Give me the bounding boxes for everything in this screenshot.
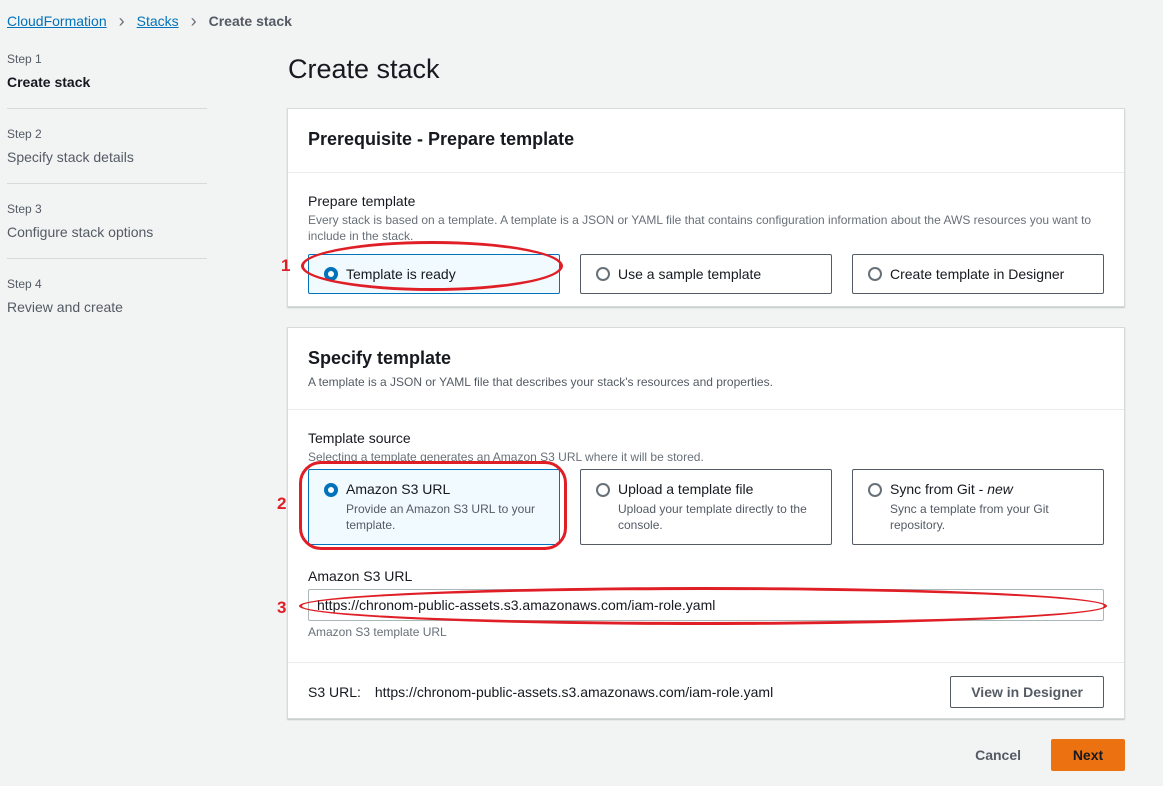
breadcrumb-cloudformation-link[interactable]: CloudFormation: [7, 13, 107, 29]
prerequisite-title: Prerequisite - Prepare template: [308, 129, 575, 149]
breadcrumb-current: Create stack: [208, 13, 292, 29]
radio-icon[interactable]: [868, 267, 882, 281]
tile-desc: Sync a template from your Git repository…: [890, 502, 1049, 532]
tile-label: Template is ready: [346, 266, 456, 282]
tile-desc: Upload your template directly to the con…: [618, 502, 807, 532]
sync-from-git-tile[interactable]: Sync from Git - new Sync a template from…: [852, 469, 1104, 545]
template-source-desc: Selecting a template generates an Amazon…: [308, 450, 704, 464]
template-source-field: Template source Selecting a template gen…: [288, 410, 1124, 662]
view-in-designer-button[interactable]: View in Designer: [950, 675, 1104, 708]
new-badge: new: [987, 481, 1013, 497]
wizard-actions: Cancel Next: [963, 739, 1125, 771]
template-source-options: Amazon S3 URL Provide an Amazon S3 URL t…: [308, 469, 1104, 545]
prepare-template-label: Prepare template: [308, 193, 416, 209]
tile-desc: Provide an Amazon S3 URL to your templat…: [346, 502, 535, 532]
step-label: Configure stack options: [7, 224, 154, 240]
prepare-template-options: Template is ready Use a sample template …: [308, 254, 1104, 294]
next-button[interactable]: Next: [1051, 739, 1125, 771]
radio-selected-icon[interactable]: [324, 267, 338, 281]
specify-template-desc: A template is a JSON or YAML file that d…: [308, 375, 773, 389]
prerequisite-panel: Prerequisite - Prepare template Prepare …: [287, 108, 1125, 307]
tile-content: Sync from Git - new Sync a template from…: [890, 481, 1088, 533]
tile-label: Amazon S3 URL: [346, 481, 451, 497]
prepare-template-field: Prepare template Every stack is based on…: [288, 173, 1124, 294]
breadcrumb-stacks-link[interactable]: Stacks: [137, 13, 179, 29]
specify-template-panel: Specify template A template is a JSON or…: [287, 327, 1125, 719]
tile-label: Sync from Git - new: [890, 481, 1088, 497]
tile-content: Upload a template file Upload your templ…: [618, 481, 816, 533]
step-3: Step 3 Configure stack options: [7, 202, 207, 259]
s3-url-label: Amazon S3 URL: [308, 568, 413, 584]
step-1: Step 1 Create stack: [7, 52, 207, 109]
s3-url-constraint: Amazon S3 template URL: [308, 625, 447, 639]
s3-url-footer: S3 URL: https://chronom-public-assets.s3…: [288, 662, 1124, 720]
template-source-label: Template source: [308, 430, 411, 446]
step-number: Step 3: [7, 202, 42, 216]
breadcrumb: CloudFormation › Stacks › Create stack: [7, 12, 292, 30]
step-label: Create stack: [7, 74, 91, 90]
s3-url-input[interactable]: [308, 589, 1104, 621]
step-label: Review and create: [7, 299, 123, 315]
cancel-button[interactable]: Cancel: [963, 739, 1033, 771]
specify-template-title: Specify template: [308, 348, 452, 368]
s3-url-tile[interactable]: Amazon S3 URL Provide an Amazon S3 URL t…: [308, 469, 560, 545]
tile-label-text: Sync from Git -: [890, 481, 988, 497]
prerequisite-header: Prerequisite - Prepare template: [288, 109, 1124, 173]
specify-template-header: Specify template A template is a JSON or…: [288, 328, 1124, 410]
annotation-number-3: 3: [277, 598, 287, 617]
step-4: Step 4 Review and create: [7, 277, 207, 333]
tile-label: Upload a template file: [618, 481, 754, 497]
chevron-right-icon: ›: [190, 11, 197, 31]
upload-file-tile[interactable]: Upload a template file Upload your templ…: [580, 469, 832, 545]
step-2: Step 2 Specify stack details: [7, 127, 207, 184]
annotation-number-1: 1: [281, 256, 291, 275]
radio-icon[interactable]: [596, 267, 610, 281]
designer-template-tile[interactable]: Create template in Designer: [852, 254, 1104, 294]
chevron-right-icon: ›: [118, 11, 125, 31]
step-number: Step 2: [7, 127, 42, 141]
radio-selected-icon[interactable]: [324, 483, 338, 497]
step-number: Step 1: [7, 52, 42, 66]
tile-label: Use a sample template: [618, 266, 762, 282]
step-number: Step 4: [7, 277, 42, 291]
prepare-template-desc: Every stack is based on a template. A te…: [308, 213, 1092, 243]
radio-icon[interactable]: [868, 483, 882, 497]
sample-template-tile[interactable]: Use a sample template: [580, 254, 832, 294]
radio-icon[interactable]: [596, 483, 610, 497]
annotation-number-2: 2: [277, 494, 287, 513]
page-title: Create stack: [288, 54, 440, 84]
tile-content: Amazon S3 URL Provide an Amazon S3 URL t…: [346, 481, 544, 533]
step-label: Specify stack details: [7, 149, 134, 165]
tile-label: Create template in Designer: [890, 266, 1065, 282]
s3-url-readout-value: https://chronom-public-assets.s3.amazona…: [374, 683, 774, 700]
s3-url-readout-label: S3 URL:: [308, 683, 361, 700]
s3-url-readout: S3 URL: https://chronom-public-assets.s3…: [308, 684, 773, 700]
template-ready-tile[interactable]: Template is ready: [308, 254, 560, 294]
wizard-steps: Step 1 Create stack Step 2 Specify stack…: [7, 52, 207, 351]
